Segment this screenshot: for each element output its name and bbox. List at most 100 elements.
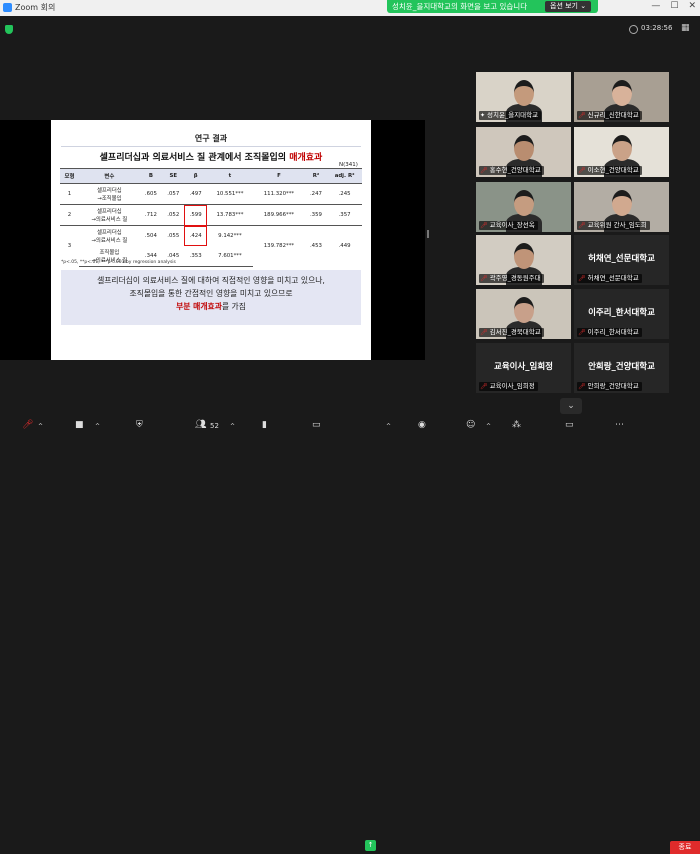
whiteboard-icon[interactable]: ▭: [565, 420, 574, 430]
mic-muted-icon: 🎤︎: [480, 329, 488, 336]
participant-name-label: 🎤︎ 안희랑_건양대학교: [577, 382, 642, 391]
participant-display-name: 허채연_선문대학교: [588, 254, 655, 264]
participant-tile[interactable]: 🎤︎ 곽주영_경동원주대: [476, 235, 571, 285]
participant-tile[interactable]: 교육이사_임희정 🎤︎ 교육이사_임희정: [476, 343, 571, 393]
cell-variable: 셀프리더십 →의료서비스 질: [79, 226, 140, 247]
participant-name-label: 🎤︎ 홍수현_건양대학교: [479, 166, 544, 175]
cell-se: .052: [162, 204, 185, 226]
cell-model: 2: [60, 204, 80, 226]
video-camera-icon[interactable]: ■: [75, 420, 84, 430]
participant-name: 이주리_한서대학교: [587, 328, 639, 336]
participant-name: 곽주영_경동원주대: [489, 274, 541, 282]
participants-icon[interactable]: 👥︎: [195, 420, 206, 430]
summary-conclusion: 부분 매개효과를 가짐: [61, 300, 361, 313]
summary-line: 조직몰입을 통한 간접적인 영향을 미치고 있으므로: [129, 289, 293, 298]
scroll-down-chevron-icon[interactable]: ⌄: [560, 398, 582, 414]
cell-r2: .247: [304, 183, 328, 205]
participant-tile[interactable]: 이주리_한서대학교 🎤︎ 이주리_한서대학교: [574, 289, 669, 339]
variable-line: →의료서비스 질: [91, 217, 128, 223]
participants-count: 52: [210, 422, 219, 430]
cell-r2: .453: [309, 243, 322, 250]
reactions-options-chevron-icon[interactable]: ^: [486, 423, 491, 430]
participant-name: 안희랑_건양대학교: [587, 382, 639, 390]
security-icon[interactable]: ⛨: [136, 420, 143, 430]
view-options-button[interactable]: 옵션 보기 ⌄: [545, 1, 592, 12]
participant-tile[interactable]: 🎤︎ 홍수현_건양대학교: [476, 127, 571, 177]
heading-text: 셀프리더십과 의료서비스 질 관계에서 조직몰입의: [99, 153, 290, 163]
close-icon[interactable]: ✕: [688, 1, 696, 11]
cell-beta-highlighted: .424: [184, 225, 207, 246]
participant-face: [514, 190, 534, 216]
participants-options-chevron-icon[interactable]: ^: [230, 423, 235, 430]
more-options-icon[interactable]: ⋯: [615, 420, 624, 430]
window-controls: — ☐ ✕: [651, 1, 696, 11]
participant-tile[interactable]: 🎤︎ 김서진_경북대학교: [476, 289, 571, 339]
participant-display-name: 이주리_한서대학교: [588, 308, 655, 318]
mic-muted-icon: 🎤︎: [480, 167, 488, 174]
record-icon[interactable]: ◉: [418, 420, 426, 430]
mute-microphone-icon[interactable]: 🎤︎: [22, 420, 33, 430]
table-row: 1 셀프리더십 →조직몰입 .605 .057 .497 10.551*** 11…: [60, 183, 362, 205]
participant-face: [514, 243, 534, 269]
polls-chart-icon[interactable]: ▮: [262, 420, 267, 430]
security-shield-icon[interactable]: [5, 25, 13, 34]
chat-icon[interactable]: ▭: [312, 420, 321, 430]
slide-heading: 셀프리더십과 의료서비스 질 관계에서 조직몰입의 매개효과: [51, 150, 371, 163]
cell-adj-r2: .245: [327, 183, 362, 205]
end-meeting-button[interactable]: 종료: [670, 841, 700, 854]
participant-name-label: 🎤︎ 곽주영_경동원주대: [479, 274, 544, 283]
participant-tile[interactable]: 🎤︎ 이소현_건양대학교: [574, 127, 669, 177]
summary-line: 셀프리더십이 의료서비스 질에 대하여 직접적인 영향을 미치고 있으나,: [97, 276, 325, 285]
participant-name: 신규리_신한대학교: [587, 111, 639, 119]
participant-name-label: 🎤︎ 교육이사_장선옥: [479, 221, 538, 230]
table-row: 3 셀프리더십 →의료서비스 질 .504 .055 .424 9.142*** …: [60, 225, 362, 249]
cell-beta: .353: [184, 246, 207, 267]
column-header: B: [139, 168, 163, 184]
cell-t: 10.551***: [206, 183, 254, 205]
cell-variable: 셀프리더십 →의료서비스 질: [79, 204, 140, 226]
share-options-chevron-icon[interactable]: ^: [386, 423, 391, 430]
minimize-icon[interactable]: —: [651, 1, 660, 11]
participant-tile[interactable]: 허채연_선문대학교 🎤︎ 허채연_선문대학교: [574, 235, 669, 285]
participant-tile[interactable]: 안희랑_건양대학교 🎤︎ 안희랑_건양대학교: [574, 343, 669, 393]
variable-line: 셀프리더십: [96, 188, 122, 194]
view-layout-icon[interactable]: ▦: [681, 23, 690, 33]
column-header: SE: [162, 168, 185, 184]
column-header: R²: [304, 168, 328, 184]
participant-name-label: 🎤︎ 김서진_경북대학교: [479, 328, 544, 337]
variable-line: 셀프리더십: [96, 230, 122, 236]
table-footnote: *p<.05, **p<.01, ***p<.001 by regression…: [61, 260, 176, 265]
video-options-chevron-icon[interactable]: ^: [95, 423, 100, 430]
participant-display-name: 안희랑_건양대학교: [588, 362, 655, 372]
audio-options-chevron-icon[interactable]: ^: [38, 423, 43, 430]
participant-name: 이소현_건양대학교: [587, 166, 639, 174]
host-icon: ✦: [480, 112, 486, 119]
share-screen-icon[interactable]: ↑: [365, 840, 376, 851]
apps-icon[interactable]: ⁂: [512, 420, 521, 430]
participant-tile[interactable]: 🎤︎ 교육위원 간사_임도희: [574, 182, 669, 232]
share-banner-text: 성치윤_을지대학교의 화면을 보고 있습니다: [392, 2, 528, 11]
mic-muted-icon: 🎤︎: [578, 329, 586, 336]
participant-name-label: 🎤︎ 교육위원 간사_임도희: [577, 221, 650, 230]
shared-screen: 연구 결과 셀프리더십과 의료서비스 질 관계에서 조직몰입의 매개효과 N(3…: [0, 120, 425, 360]
meeting-timer: 03:28:56: [641, 24, 673, 32]
participant-tile[interactable]: 🎤︎ 신규리_신한대학교: [574, 72, 669, 122]
heading-highlight: 매개효과: [289, 153, 323, 163]
cell-b: .504: [144, 233, 157, 239]
participant-tile[interactable]: 🎤︎ 교육이사_장선옥: [476, 182, 571, 232]
screen-share-banner: 성치윤_을지대학교의 화면을 보고 있습니다 옵션 보기 ⌄: [387, 0, 598, 13]
participant-name: 홍수현_건양대학교: [489, 166, 541, 174]
panel-resize-handle[interactable]: [427, 230, 429, 238]
participant-tile[interactable]: ✦ 성치윤_을지대학교: [476, 72, 571, 122]
maximize-icon[interactable]: ☐: [670, 1, 678, 11]
participant-face: [514, 80, 534, 106]
cell-t: 13.783***: [206, 204, 254, 226]
window-title: Zoom 회의: [15, 3, 56, 12]
participant-name-label: 🎤︎ 신규리_신한대학교: [577, 111, 642, 120]
variable-line: →의료서비스 질: [91, 238, 128, 244]
cell-t: 7.601***: [206, 246, 254, 267]
cell-se: .055: [167, 233, 180, 239]
reactions-icon[interactable]: ☺: [466, 420, 475, 430]
mic-muted-icon: 🎤︎: [480, 383, 488, 390]
participant-name-label: 🎤︎ 교육이사_임희정: [479, 382, 538, 391]
